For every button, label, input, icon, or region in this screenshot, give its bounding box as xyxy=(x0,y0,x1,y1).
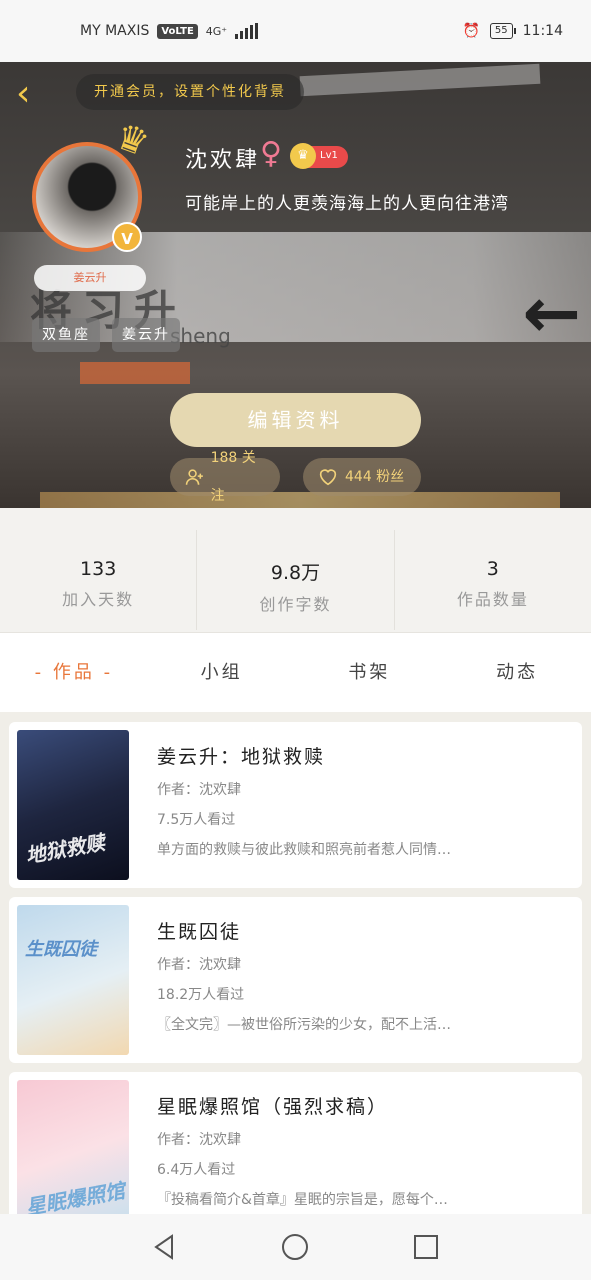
status-bar: MY MAXIS VoLTE 4G⁺ ⏰ 55 11:14 xyxy=(0,0,591,62)
list-item[interactable]: 星眠爆照馆 星眠爆照馆（强烈求稿） 作者：沈欢肆 6.4万人看过 『投稿看简介&… xyxy=(9,1072,582,1214)
tag-interest: 姜云升 xyxy=(112,318,180,352)
background-decoration xyxy=(40,492,560,508)
tab-bookshelf[interactable]: 书架 xyxy=(296,633,444,712)
alarm-icon: ⏰ xyxy=(462,23,480,39)
work-description: 单方面的救赎与彼此救赎和照亮前者惹人同情… xyxy=(157,842,451,858)
back-triangle-icon[interactable] xyxy=(150,1232,180,1262)
stat-label: 作品数量 xyxy=(456,590,529,609)
profile-tabs: - 作品 - 小组 书架 动态 xyxy=(0,632,591,712)
book-cover: 地狱救赎 xyxy=(17,730,129,880)
works-list: 地狱救赎 姜云升：地狱救赎 作者：沈欢肆 7.5万人看过 单方面的救赎与彼此救赎… xyxy=(0,712,591,1214)
tab-groups[interactable]: 小组 xyxy=(148,633,296,712)
work-title: 星眠爆照馆（强烈求稿） xyxy=(157,1096,389,1118)
stat-label: 创作字数 xyxy=(259,595,332,614)
stat-label: 加入天数 xyxy=(62,590,135,609)
book-cover: 生既囚徒 xyxy=(17,905,129,1055)
fans-button[interactable]: 444 粉丝 xyxy=(303,458,421,496)
cover-title: 地狱救赎 xyxy=(23,830,107,868)
stat-value: 133 xyxy=(80,558,117,580)
add-user-icon xyxy=(185,469,203,485)
work-author: 作者：沈欢肆 xyxy=(157,957,241,973)
level-label: Lv1 xyxy=(320,150,338,161)
profile-header: 将习升 sheng ← ‹ 开通会员，设置个性化背景 ♛ V 姜云升 沈欢肆 ♀… xyxy=(0,62,591,508)
background-decoration xyxy=(80,362,190,384)
battery-icon: 55 xyxy=(489,23,516,39)
stat-value: 9.8万 xyxy=(270,562,321,584)
stat-days: 133 加入天数 xyxy=(0,530,198,630)
work-author: 作者：沈欢肆 xyxy=(157,782,241,798)
work-description: 『投稿看简介&首章』星眠的宗旨是，愿每个… xyxy=(157,1192,448,1208)
work-views: 7.5万人看过 xyxy=(157,812,236,828)
heart-icon xyxy=(319,469,337,486)
stat-works: 3 作品数量 xyxy=(395,530,591,630)
stats-bar: 133 加入天数 9.8万 创作字数 3 作品数量 xyxy=(0,530,591,630)
level-badge: ♛ Lv1 xyxy=(290,143,348,169)
signal-icon xyxy=(235,23,259,39)
cover-title: 星眠爆照馆 xyxy=(23,1178,127,1214)
cover-title: 生既囚徒 xyxy=(25,939,97,960)
work-title: 生既囚徒 xyxy=(157,921,242,943)
list-item[interactable]: 生既囚徒 生既囚徒 作者：沈欢肆 18.2万人看过 〖全文完〗—被世俗所污染的少… xyxy=(9,897,582,1063)
work-author: 作者：沈欢肆 xyxy=(157,1132,241,1148)
crown-icon: ♛ xyxy=(290,143,316,169)
edit-profile-button[interactable]: 编辑资料 xyxy=(170,393,421,447)
tab-works[interactable]: - 作品 - xyxy=(0,633,148,712)
stat-words: 9.8万 创作字数 xyxy=(197,530,395,630)
list-item[interactable]: 地狱救赎 姜云升：地狱救赎 作者：沈欢肆 7.5万人看过 单方面的救赎与彼此救赎… xyxy=(9,722,582,888)
volte-badge: VoLTE xyxy=(157,23,198,39)
name-tag: 姜云升 xyxy=(34,265,146,291)
clock: 11:14 xyxy=(522,23,563,39)
arrow-left-icon: ← xyxy=(522,272,581,354)
tab-activity[interactable]: 动态 xyxy=(443,633,591,712)
work-views: 18.2万人看过 xyxy=(157,987,245,1003)
vip-badge: V xyxy=(112,222,142,252)
chevron-left-icon: ‹ xyxy=(16,73,31,114)
work-title: 姜云升：地狱救赎 xyxy=(157,746,326,768)
recents-square-icon[interactable] xyxy=(411,1232,441,1262)
home-circle-icon[interactable] xyxy=(280,1232,310,1262)
system-nav-bar xyxy=(0,1214,591,1280)
tag-zodiac: 双鱼座 xyxy=(32,318,100,352)
back-button[interactable]: ‹ xyxy=(16,74,46,114)
bio: 可能岸上的人更羡海海上的人更向往港湾 xyxy=(185,194,509,214)
vip-background-prompt[interactable]: 开通会员，设置个性化背景 xyxy=(76,74,304,110)
network-label: 4G⁺ xyxy=(205,24,228,38)
work-description: 〖全文完〗—被世俗所污染的少女，配不上活… xyxy=(157,1017,451,1033)
background-light xyxy=(299,63,541,97)
carrier-label: MY MAXIS xyxy=(80,23,150,39)
username: 沈欢肆 xyxy=(185,148,261,173)
following-button[interactable]: 188 关注 xyxy=(170,450,280,504)
fans-count: 444 粉丝 xyxy=(345,469,405,485)
book-cover: 星眠爆照馆 xyxy=(17,1080,129,1214)
work-views: 6.4万人看过 xyxy=(157,1162,236,1178)
following-count: 188 关注 xyxy=(210,450,256,504)
stat-value: 3 xyxy=(486,558,499,580)
female-icon: ♀ xyxy=(260,136,282,171)
